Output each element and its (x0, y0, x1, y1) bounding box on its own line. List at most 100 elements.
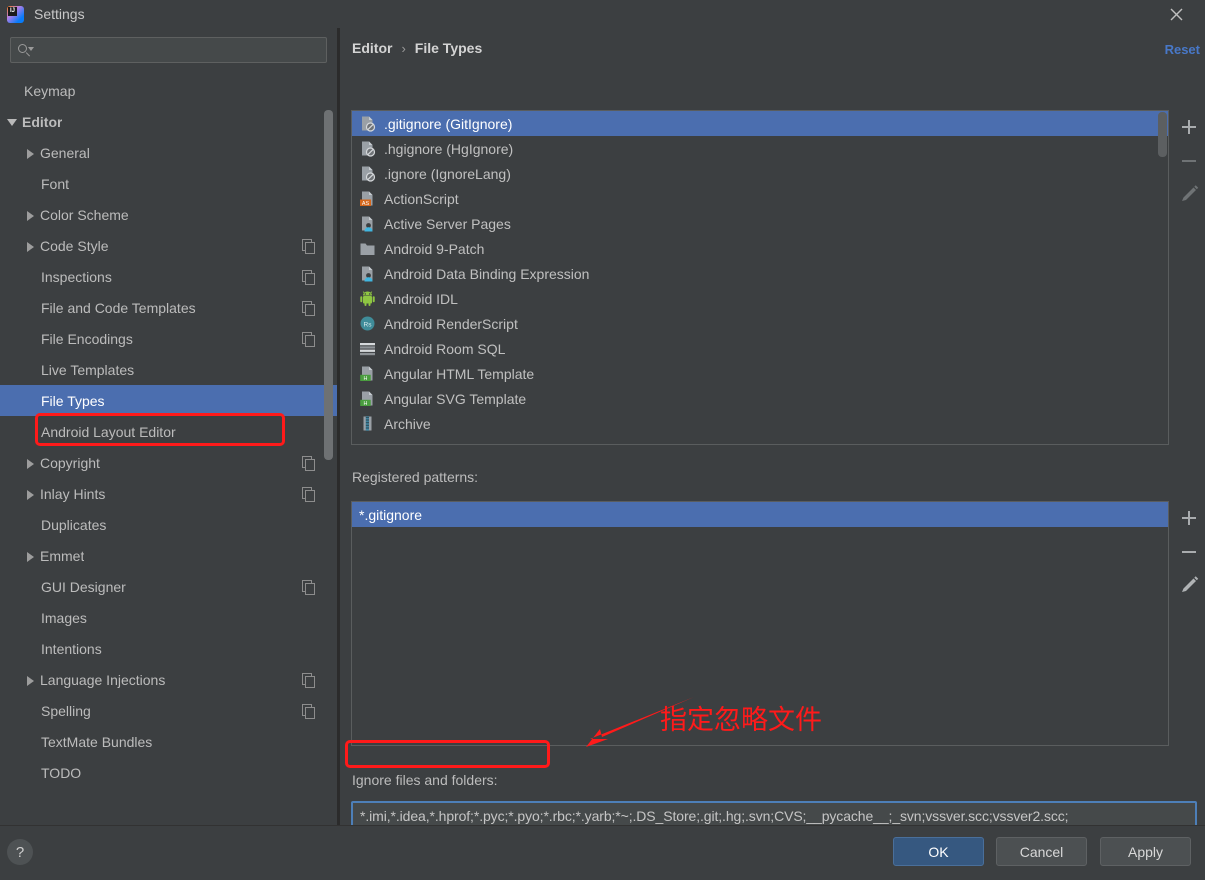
remove-pattern-button[interactable] (1172, 535, 1205, 569)
reset-link[interactable]: Reset (1165, 42, 1200, 57)
svg-text:AS: AS (362, 201, 370, 207)
sidebar-item-live-templates[interactable]: Live Templates (0, 354, 337, 385)
edit-file-type-button[interactable] (1172, 178, 1205, 212)
sidebar-item-label: Font (41, 175, 70, 192)
sidebar-item-label: TextMate Bundles (41, 733, 153, 750)
sidebar-item-android-layout-editor[interactable]: Android Layout Editor (0, 416, 337, 447)
sidebar-item-general[interactable]: General (0, 137, 337, 168)
file-type-row[interactable]: .hgignore (HgIgnore) (352, 136, 1168, 161)
file-type-row[interactable]: Active Server Pages (352, 211, 1168, 236)
help-button[interactable]: ? (7, 839, 33, 865)
file-type-row[interactable]: H Angular SVG Template (352, 386, 1168, 411)
pattern-row[interactable]: *.gitignore (352, 502, 1168, 527)
copy-settings-icon[interactable] (302, 301, 315, 316)
chevron-down-icon[interactable] (4, 114, 20, 130)
sidebar-item-duplicates[interactable]: Duplicates (0, 509, 337, 540)
file-type-row[interactable]: AS ActionScript (352, 186, 1168, 211)
chevron-right-icon[interactable] (22, 145, 38, 161)
sidebar-scrollbar[interactable] (324, 110, 333, 460)
file-type-row[interactable]: H Angular HTML Template (352, 361, 1168, 386)
chevron-right-icon[interactable] (22, 455, 38, 471)
renderscript-icon: Rs (359, 315, 376, 332)
file-type-row[interactable]: .ignore (IgnoreLang) (352, 161, 1168, 186)
sidebar-item-editor[interactable]: Editor (0, 106, 337, 137)
sidebar-item-inlay-hints[interactable]: Inlay Hints (0, 478, 337, 509)
file-type-row[interactable]: Android 9-Patch (352, 236, 1168, 261)
sidebar-item-label: Keymap (24, 82, 76, 99)
svg-text:H: H (363, 376, 367, 382)
copy-settings-icon[interactable] (302, 270, 315, 285)
file-type-row[interactable]: Rs Android RenderScript (352, 311, 1168, 336)
ignore-file-icon (359, 140, 376, 157)
ok-button[interactable]: OK (893, 837, 984, 866)
file-type-row[interactable]: .gitignore (GitIgnore) (352, 111, 1168, 136)
file-type-row[interactable]: Android Room SQL (352, 336, 1168, 361)
annotation-note-text: 指定忽略文件 (660, 705, 822, 736)
copy-settings-icon[interactable] (302, 704, 315, 719)
chevron-right-icon[interactable] (22, 486, 38, 502)
sidebar-item-gui-designer[interactable]: GUI Designer (0, 571, 337, 602)
sidebar-item-label: Copyright (40, 454, 100, 471)
sidebar-item-color-scheme[interactable]: Color Scheme (0, 199, 337, 230)
search-input[interactable] (33, 41, 326, 59)
sidebar-item-label: Language Injections (40, 671, 166, 688)
chevron-right-icon[interactable] (22, 207, 38, 223)
file-type-row[interactable]: Android IDL (352, 286, 1168, 311)
sidebar-item-images[interactable]: Images (0, 602, 337, 633)
chevron-right-icon[interactable] (22, 548, 38, 564)
recognized-list-scrollbar-thumb[interactable] (1158, 112, 1167, 157)
sidebar-item-code-style[interactable]: Code Style (0, 230, 337, 261)
sidebar-item-label: Inspections (41, 268, 112, 285)
copy-settings-icon[interactable] (302, 580, 315, 595)
file-type-row[interactable]: Android Data Binding Expression (352, 261, 1168, 286)
chevron-right-icon[interactable] (22, 238, 38, 254)
sidebar-item-language-injections[interactable]: Language Injections (0, 664, 337, 695)
sidebar-item-todo[interactable]: TODO (0, 757, 337, 788)
recognized-file-types-list[interactable]: .gitignore (GitIgnore) .hgignore (HgIgnor… (351, 110, 1169, 445)
svg-text:H: H (363, 401, 367, 407)
actionscript-file-icon: AS (360, 191, 373, 207)
breadcrumb-parent[interactable]: Editor (352, 40, 392, 56)
archive-icon (359, 415, 376, 432)
sidebar-item-label: File Encodings (41, 330, 133, 347)
file-type-name: Android IDL (384, 290, 458, 307)
add-file-type-button[interactable] (1172, 110, 1205, 144)
sidebar-item-file-types[interactable]: File Types (0, 385, 337, 416)
copy-settings-icon[interactable] (302, 332, 315, 347)
search-box[interactable] (10, 37, 327, 63)
sidebar-item-copyright[interactable]: Copyright (0, 447, 337, 478)
copy-settings-icon[interactable] (302, 456, 315, 471)
cancel-button[interactable]: Cancel (996, 837, 1087, 866)
copy-settings-icon[interactable] (302, 239, 315, 254)
sidebar-item-emmet[interactable]: Emmet (0, 540, 337, 571)
sidebar-item-label: File Types (41, 392, 105, 409)
intellij-idea-logo-icon (7, 5, 24, 23)
sidebar-item-spelling[interactable]: Spelling (0, 695, 337, 726)
remove-file-type-button[interactable] (1172, 144, 1205, 178)
sidebar-item-file-encodings[interactable]: File Encodings (0, 323, 337, 354)
edit-pattern-button[interactable] (1172, 569, 1205, 603)
title-bar: Settings (0, 0, 1205, 28)
apply-button[interactable]: Apply (1100, 837, 1191, 866)
copy-settings-icon[interactable] (302, 487, 315, 502)
file-type-row[interactable]: Archive (352, 411, 1168, 436)
asp-file-icon (362, 266, 373, 282)
archive-icon (363, 416, 372, 431)
copy-settings-icon[interactable] (302, 673, 315, 688)
sidebar-item-file-and-code-templates[interactable]: File and Code Templates (0, 292, 337, 323)
close-icon[interactable] (1157, 0, 1195, 28)
sidebar-item-label: Color Scheme (40, 206, 129, 223)
sidebar-item-inspections[interactable]: Inspections (0, 261, 337, 292)
ignore-file-icon (362, 166, 376, 182)
sidebar-item-intentions[interactable]: Intentions (0, 633, 337, 664)
sidebar-item-keymap[interactable]: Keymap (0, 75, 337, 106)
chevron-right-icon[interactable] (22, 672, 38, 688)
sidebar-item-textmate-bundles[interactable]: TextMate Bundles (0, 726, 337, 757)
html-file-icon: H (360, 391, 373, 407)
dialog-footer: ? OK Cancel Apply https://blog.csdn.net/… (0, 825, 1205, 880)
breadcrumb-current: File Types (414, 40, 483, 56)
add-pattern-button[interactable] (1172, 501, 1205, 535)
sidebar-item-font[interactable]: Font (0, 168, 337, 199)
recognized-list-scrollbar[interactable] (1158, 112, 1167, 443)
pattern-value: *.gitignore (359, 506, 423, 523)
